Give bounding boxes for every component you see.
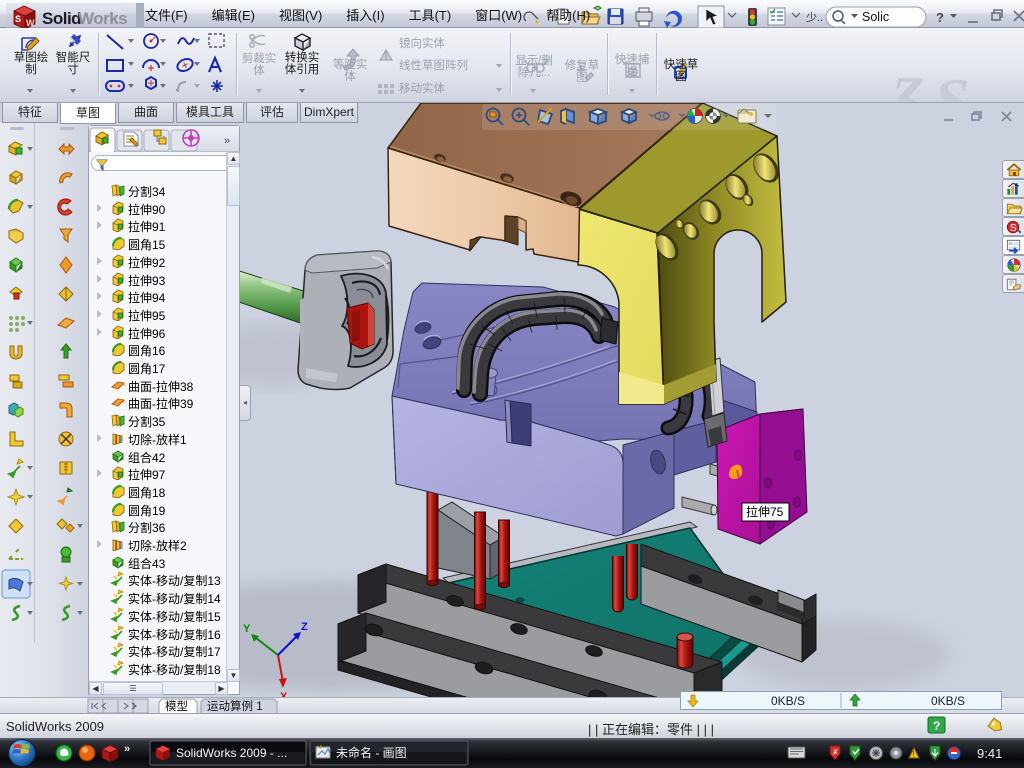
svg-text:W: W <box>26 18 35 28</box>
svg-text:9:41: 9:41 <box>977 746 1002 761</box>
svg-text:Y: Y <box>243 623 251 635</box>
svg-text:0KB/S: 0KB/S <box>931 694 965 708</box>
svg-text:!: ! <box>912 750 914 759</box>
svg-text:S: S <box>15 14 21 24</box>
svg-text:未命名 - 画图: 未命名 - 画图 <box>336 745 407 760</box>
svg-text:Solic: Solic <box>862 10 889 24</box>
svg-text:»: » <box>124 743 130 755</box>
svg-text:Z: Z <box>301 621 308 633</box>
svg-text:?: ? <box>936 10 944 25</box>
svg-text:»: » <box>224 135 230 147</box>
svg-text:?: ? <box>933 719 940 733</box>
svg-text:SolidWorks 2009 - ...: SolidWorks 2009 - ... <box>176 746 287 760</box>
svg-text:S: S <box>1010 223 1017 234</box>
svg-text:拉伸75: 拉伸75 <box>746 504 784 519</box>
svg-text:✗: ✗ <box>832 748 839 757</box>
svg-text:0KB/S: 0KB/S <box>771 694 805 708</box>
svg-text:S: S <box>934 65 970 102</box>
svg-text:Solid: Solid <box>42 9 81 28</box>
svg-text:模型: 模型 <box>165 699 188 713</box>
svg-text:运动算例 1: 运动算例 1 <box>207 699 263 713</box>
svg-text:少..: 少.. <box>806 11 823 24</box>
svg-text:Works: Works <box>78 9 127 28</box>
svg-text:Ʒ: Ʒ <box>887 65 924 102</box>
